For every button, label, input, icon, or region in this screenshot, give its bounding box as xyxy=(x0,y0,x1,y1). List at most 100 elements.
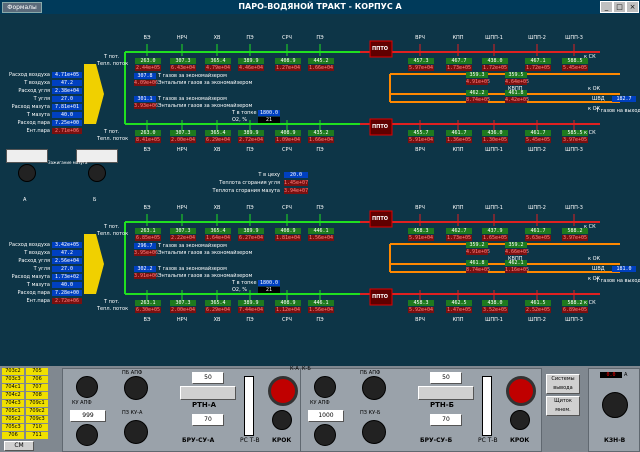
param-value: 2.71e+06 xyxy=(52,128,82,134)
unit-cell[interactable]: 703c3 xyxy=(2,376,24,383)
pz-knob[interactable] xyxy=(362,420,386,444)
unit-cell[interactable]: 709c2 xyxy=(26,408,48,415)
temp-value: 435.2 xyxy=(308,130,334,136)
rtn-control[interactable] xyxy=(418,386,474,400)
unit-cell[interactable]: 705c1 xyxy=(2,408,24,415)
unit-cell[interactable]: 704c3 xyxy=(2,400,24,407)
selector-knob[interactable] xyxy=(88,164,106,182)
window-title: ПАРО-ВОДЯНОЙ ТРАКТ - КОРПУС А xyxy=(238,2,402,11)
kpp-temp: 359.2 xyxy=(505,242,527,248)
burner-arrow xyxy=(84,64,104,124)
selector-knob[interactable] xyxy=(18,164,36,182)
t-pot-label: Т пот. xyxy=(104,129,120,135)
ppto-label: ППТО xyxy=(372,46,389,52)
krok-knob[interactable] xyxy=(510,410,530,430)
krok-knob[interactable] xyxy=(272,410,292,430)
rtn-value[interactable]: 50 xyxy=(430,372,462,384)
ku-knob-2[interactable] xyxy=(76,424,98,446)
unit-cell[interactable]: 706 xyxy=(26,376,48,383)
section-label: ВРЧ xyxy=(415,205,425,211)
rc-slider[interactable] xyxy=(482,376,492,436)
param-label: Т мазута xyxy=(26,282,50,288)
maximize-icon[interactable]: □ xyxy=(613,1,626,13)
sm-button[interactable]: СМ xyxy=(4,441,34,451)
bru-label: БРУ-СУ-А xyxy=(182,437,215,444)
kpp-flux: 4.91e+05 xyxy=(466,79,491,85)
temp-value: 365.4 xyxy=(205,58,231,64)
temp-value: 408.9 xyxy=(275,58,301,64)
ku-knob[interactable] xyxy=(76,376,98,398)
schema-area: ВЭ ВЭ 263.0 2.44e+05 263.0 8.41e+05 НРЧ НРЧ 307.… xyxy=(0,14,640,366)
temp-value: 438.0 xyxy=(482,300,508,306)
unit-cell[interactable]: 704c2 xyxy=(2,392,24,399)
furnace-temp-label: Т в топке xyxy=(232,110,257,116)
ku-knob-2[interactable] xyxy=(314,424,336,446)
gas-out-label: Т газов на выходе xyxy=(596,278,640,284)
section-label: ШПП-3 xyxy=(565,317,583,323)
to-sk-label: к СК xyxy=(584,300,596,306)
kpp-temp: 359.5 xyxy=(505,72,527,78)
t-potok-label: Тепл. поток xyxy=(97,231,129,237)
kvpp-label: КВПП xyxy=(508,256,523,262)
unit-cell[interactable]: 705c3 xyxy=(2,424,24,431)
unit-cell[interactable]: 708 xyxy=(26,392,48,399)
temp-value: 457.3 xyxy=(408,58,434,64)
furnace-temp: 1800.0 xyxy=(258,280,280,286)
unit-cell[interactable]: 709c1 xyxy=(26,400,48,407)
temp-value: 458.3 xyxy=(408,228,434,234)
flux-value: 6.29e+04 xyxy=(205,307,231,313)
red-stop-button[interactable] xyxy=(506,376,536,406)
flux-value: 1.81e+04 xyxy=(275,235,301,241)
kpp-flux: 4.42e+05 xyxy=(505,97,530,103)
kzn-knob[interactable] xyxy=(602,392,628,418)
ppto-label: ППТО xyxy=(372,294,389,300)
pb-knob[interactable] xyxy=(124,376,148,400)
kb-label: К-Б xyxy=(302,366,311,372)
unit-cell[interactable]: 705 xyxy=(26,368,48,375)
unit-cell[interactable]: 703c2 xyxy=(2,368,24,375)
temp-value: 408.9 xyxy=(275,300,301,306)
flux-value: 3.52e+05 xyxy=(482,307,508,313)
unit-cell[interactable]: 706 xyxy=(2,432,24,439)
param-label: Расход угля xyxy=(18,258,50,264)
ab-label: А xyxy=(23,197,27,203)
rtn-control[interactable] xyxy=(180,386,236,400)
unit-cell[interactable]: 711 xyxy=(26,432,48,439)
section-label: ШПП-1 xyxy=(485,147,503,153)
temp-value: 408.9 xyxy=(275,130,301,136)
unit-cell[interactable]: 710 xyxy=(26,424,48,431)
flux-value: 7.44e+04 xyxy=(238,307,264,313)
red-stop-button[interactable] xyxy=(268,376,298,406)
temp-value: 389.9 xyxy=(238,300,264,306)
unit-cell[interactable]: 704c1 xyxy=(2,384,24,391)
flux-value: 5.92e+04 xyxy=(408,307,434,313)
minimize-icon[interactable]: _ xyxy=(600,1,613,13)
menu-formaly[interactable]: Формалы xyxy=(2,2,42,13)
rc-slider[interactable] xyxy=(244,376,254,436)
param-label: Т мазута xyxy=(26,112,50,118)
bru-value[interactable]: 70 xyxy=(430,414,462,426)
kpp-flux: 4.64e+05 xyxy=(505,79,530,85)
pz-knob[interactable] xyxy=(124,420,148,444)
setpoint-input[interactable]: 1000 xyxy=(308,410,344,422)
panel-button[interactable]: Щиток мнем. xyxy=(546,396,580,416)
to-ok-label: к ОК xyxy=(588,86,601,92)
section-label: ВЭ xyxy=(143,205,151,211)
unit-cell[interactable]: 705c2 xyxy=(2,416,24,423)
pb-knob[interactable] xyxy=(362,376,386,400)
close-icon[interactable]: × xyxy=(626,1,639,13)
section-label: ПЭ xyxy=(246,317,254,323)
rtn-value[interactable]: 50 xyxy=(192,372,224,384)
bru-value[interactable]: 70 xyxy=(192,414,224,426)
param-value: 40.0 xyxy=(52,112,82,118)
unit-cell[interactable]: 709c3 xyxy=(26,416,48,423)
temp-value: 263.0 xyxy=(135,130,161,136)
section-label: ШПП-1 xyxy=(485,35,503,41)
flux-value: 2.44e+05 xyxy=(135,65,161,71)
unit-cell[interactable]: 707 xyxy=(26,384,48,391)
systems-button[interactable]: Системы вывода xyxy=(546,374,580,394)
section-label: ХВ xyxy=(213,205,221,211)
kpp-flux: 8.74e+05 xyxy=(466,97,491,103)
ku-knob[interactable] xyxy=(314,376,336,398)
setpoint-input[interactable]: 999 xyxy=(70,410,106,422)
